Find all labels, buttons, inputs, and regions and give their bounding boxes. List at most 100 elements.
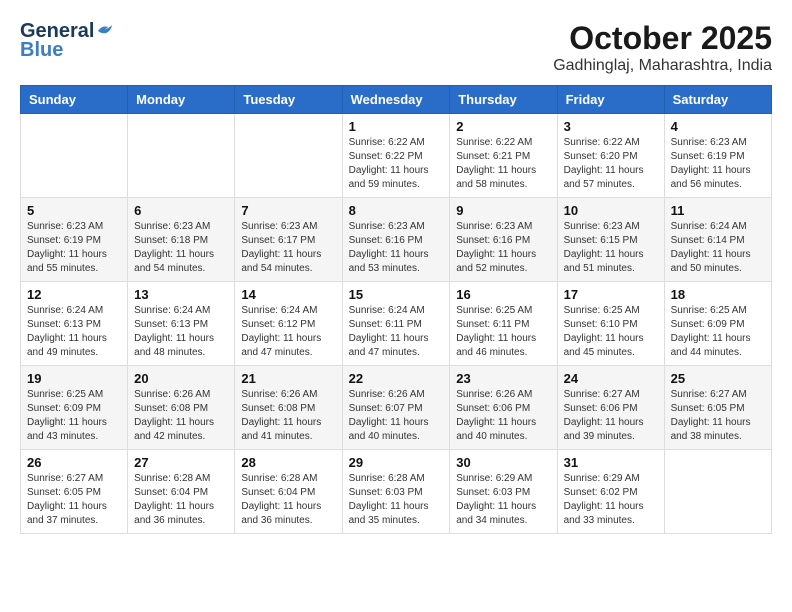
day-number: 18 — [671, 287, 765, 302]
title-section: October 2025 Gadhinglaj, Maharashtra, In… — [553, 20, 772, 75]
day-info: Sunrise: 6:24 AM Sunset: 6:13 PM Dayligh… — [27, 304, 121, 360]
column-header-sunday: Sunday — [21, 86, 128, 114]
day-info: Sunrise: 6:23 AM Sunset: 6:19 PM Dayligh… — [27, 220, 121, 276]
day-info: Sunrise: 6:22 AM Sunset: 6:20 PM Dayligh… — [564, 136, 658, 192]
day-number: 1 — [349, 119, 444, 134]
calendar-day-cell: 22 Sunrise: 6:26 AM Sunset: 6:07 PM Dayli… — [342, 366, 450, 450]
calendar-day-cell: 27Sunrise: 6:28 AM Sunset: 6:04 PM Dayli… — [128, 450, 235, 534]
day-number: 21 — [241, 371, 335, 386]
calendar-day-cell: 5Sunrise: 6:23 AM Sunset: 6:19 PM Daylig… — [21, 198, 128, 282]
calendar-day-cell: 3 Sunrise: 6:22 AM Sunset: 6:20 PM Daylig… — [557, 114, 664, 198]
calendar-day-cell: 24 Sunrise: 6:27 AM Sunset: 6:06 PM Dayli… — [557, 366, 664, 450]
calendar-day-cell: 15 Sunrise: 6:24 AM Sunset: 6:11 PM Dayli… — [342, 282, 450, 366]
day-info: Sunrise: 6:27 AM Sunset: 6:05 PM Dayligh… — [671, 388, 765, 444]
day-info: Sunrise: 6:24 AM Sunset: 6:14 PM Dayligh… — [671, 220, 765, 276]
day-number: 8 — [349, 203, 444, 218]
day-number: 9 — [456, 203, 550, 218]
location-subtitle: Gadhinglaj, Maharashtra, India — [553, 57, 772, 75]
month-title: October 2025 — [553, 20, 772, 57]
day-info: Sunrise: 6:27 AM Sunset: 6:06 PM Dayligh… — [564, 388, 658, 444]
day-number: 3 — [564, 119, 658, 134]
column-header-saturday: Saturday — [664, 86, 771, 114]
calendar-day-cell: 2 Sunrise: 6:22 AM Sunset: 6:21 PM Daylig… — [450, 114, 557, 198]
day-info: Sunrise: 6:26 AM Sunset: 6:08 PM Dayligh… — [241, 388, 335, 444]
day-number: 22 — [349, 371, 444, 386]
day-number: 6 — [134, 203, 228, 218]
day-info: Sunrise: 6:25 AM Sunset: 6:10 PM Dayligh… — [564, 304, 658, 360]
day-number: 19 — [27, 371, 121, 386]
day-number: 28 — [241, 455, 335, 470]
day-number: 30 — [456, 455, 550, 470]
calendar-day-cell: 30 Sunrise: 6:29 AM Sunset: 6:03 PM Dayli… — [450, 450, 557, 534]
day-info: Sunrise: 6:28 AM Sunset: 6:03 PM Dayligh… — [349, 472, 444, 528]
calendar-day-cell: 16Sunrise: 6:25 AM Sunset: 6:11 PM Dayli… — [450, 282, 557, 366]
calendar-day-cell: 18 Sunrise: 6:25 AM Sunset: 6:09 PM Dayli… — [664, 282, 771, 366]
calendar-day-cell: 26 Sunrise: 6:27 AM Sunset: 6:05 PM Dayli… — [21, 450, 128, 534]
day-info: Sunrise: 6:27 AM Sunset: 6:05 PM Dayligh… — [27, 472, 121, 528]
calendar-day-cell: 25 Sunrise: 6:27 AM Sunset: 6:05 PM Dayli… — [664, 366, 771, 450]
calendar-day-cell: 23 Sunrise: 6:26 AM Sunset: 6:06 PM Dayli… — [450, 366, 557, 450]
day-info: Sunrise: 6:23 AM Sunset: 6:16 PM Dayligh… — [349, 220, 444, 276]
day-number: 29 — [349, 455, 444, 470]
day-number: 23 — [456, 371, 550, 386]
calendar-day-cell: 29 Sunrise: 6:28 AM Sunset: 6:03 PM Dayli… — [342, 450, 450, 534]
calendar-day-cell: 14 Sunrise: 6:24 AM Sunset: 6:12 PM Dayli… — [235, 282, 342, 366]
day-number: 14 — [241, 287, 335, 302]
calendar-day-cell: 19Sunrise: 6:25 AM Sunset: 6:09 PM Dayli… — [21, 366, 128, 450]
day-number: 20 — [134, 371, 228, 386]
calendar-day-cell: 13 Sunrise: 6:24 AM Sunset: 6:13 PM Dayli… — [128, 282, 235, 366]
day-info: Sunrise: 6:25 AM Sunset: 6:09 PM Dayligh… — [671, 304, 765, 360]
day-number: 4 — [671, 119, 765, 134]
day-number: 15 — [349, 287, 444, 302]
day-number: 13 — [134, 287, 228, 302]
calendar-week-row: 19Sunrise: 6:25 AM Sunset: 6:09 PM Dayli… — [21, 366, 772, 450]
calendar-day-cell: 11 Sunrise: 6:24 AM Sunset: 6:14 PM Dayli… — [664, 198, 771, 282]
day-info: Sunrise: 6:22 AM Sunset: 6:21 PM Dayligh… — [456, 136, 550, 192]
column-header-tuesday: Tuesday — [235, 86, 342, 114]
day-info: Sunrise: 6:26 AM Sunset: 6:07 PM Dayligh… — [349, 388, 444, 444]
calendar-empty-cell — [664, 450, 771, 534]
calendar-day-cell: 4Sunrise: 6:23 AM Sunset: 6:19 PM Daylig… — [664, 114, 771, 198]
day-info: Sunrise: 6:26 AM Sunset: 6:08 PM Dayligh… — [134, 388, 228, 444]
calendar-day-cell: 31Sunrise: 6:29 AM Sunset: 6:02 PM Dayli… — [557, 450, 664, 534]
day-info: Sunrise: 6:22 AM Sunset: 6:22 PM Dayligh… — [349, 136, 444, 192]
column-header-wednesday: Wednesday — [342, 86, 450, 114]
page-header: General Blue October 2025 Gadhinglaj, Ma… — [20, 20, 772, 75]
day-number: 11 — [671, 203, 765, 218]
day-number: 25 — [671, 371, 765, 386]
calendar-week-row: 1 Sunrise: 6:22 AM Sunset: 6:22 PM Daylig… — [21, 114, 772, 198]
calendar-day-cell: 21 Sunrise: 6:26 AM Sunset: 6:08 PM Dayli… — [235, 366, 342, 450]
day-number: 2 — [456, 119, 550, 134]
day-number: 24 — [564, 371, 658, 386]
calendar-empty-cell — [235, 114, 342, 198]
calendar-day-cell: 7 Sunrise: 6:23 AM Sunset: 6:17 PM Daylig… — [235, 198, 342, 282]
calendar-day-cell: 17 Sunrise: 6:25 AM Sunset: 6:10 PM Dayli… — [557, 282, 664, 366]
calendar-day-cell: 12 Sunrise: 6:24 AM Sunset: 6:13 PM Dayli… — [21, 282, 128, 366]
day-info: Sunrise: 6:23 AM Sunset: 6:18 PM Dayligh… — [134, 220, 228, 276]
day-info: Sunrise: 6:24 AM Sunset: 6:11 PM Dayligh… — [349, 304, 444, 360]
day-number: 26 — [27, 455, 121, 470]
calendar-empty-cell — [128, 114, 235, 198]
calendar-table: SundayMondayTuesdayWednesdayThursdayFrid… — [20, 85, 772, 534]
day-info: Sunrise: 6:28 AM Sunset: 6:04 PM Dayligh… — [134, 472, 228, 528]
day-info: Sunrise: 6:25 AM Sunset: 6:11 PM Dayligh… — [456, 304, 550, 360]
calendar-empty-cell — [21, 114, 128, 198]
day-info: Sunrise: 6:24 AM Sunset: 6:13 PM Dayligh… — [134, 304, 228, 360]
calendar-week-row: 12 Sunrise: 6:24 AM Sunset: 6:13 PM Dayli… — [21, 282, 772, 366]
calendar-week-row: 26 Sunrise: 6:27 AM Sunset: 6:05 PM Dayli… — [21, 450, 772, 534]
day-info: Sunrise: 6:29 AM Sunset: 6:03 PM Dayligh… — [456, 472, 550, 528]
calendar-day-cell: 6 Sunrise: 6:23 AM Sunset: 6:18 PM Daylig… — [128, 198, 235, 282]
calendar-day-cell: 20 Sunrise: 6:26 AM Sunset: 6:08 PM Dayli… — [128, 366, 235, 450]
day-info: Sunrise: 6:29 AM Sunset: 6:02 PM Dayligh… — [564, 472, 658, 528]
logo: General Blue — [20, 20, 114, 62]
column-header-friday: Friday — [557, 86, 664, 114]
day-info: Sunrise: 6:23 AM Sunset: 6:17 PM Dayligh… — [241, 220, 335, 276]
day-number: 17 — [564, 287, 658, 302]
day-number: 7 — [241, 203, 335, 218]
day-info: Sunrise: 6:26 AM Sunset: 6:06 PM Dayligh… — [456, 388, 550, 444]
calendar-day-cell: 9Sunrise: 6:23 AM Sunset: 6:16 PM Daylig… — [450, 198, 557, 282]
calendar-day-cell: 28Sunrise: 6:28 AM Sunset: 6:04 PM Dayli… — [235, 450, 342, 534]
day-info: Sunrise: 6:24 AM Sunset: 6:12 PM Dayligh… — [241, 304, 335, 360]
calendar-day-cell: 8 Sunrise: 6:23 AM Sunset: 6:16 PM Daylig… — [342, 198, 450, 282]
day-number: 12 — [27, 287, 121, 302]
